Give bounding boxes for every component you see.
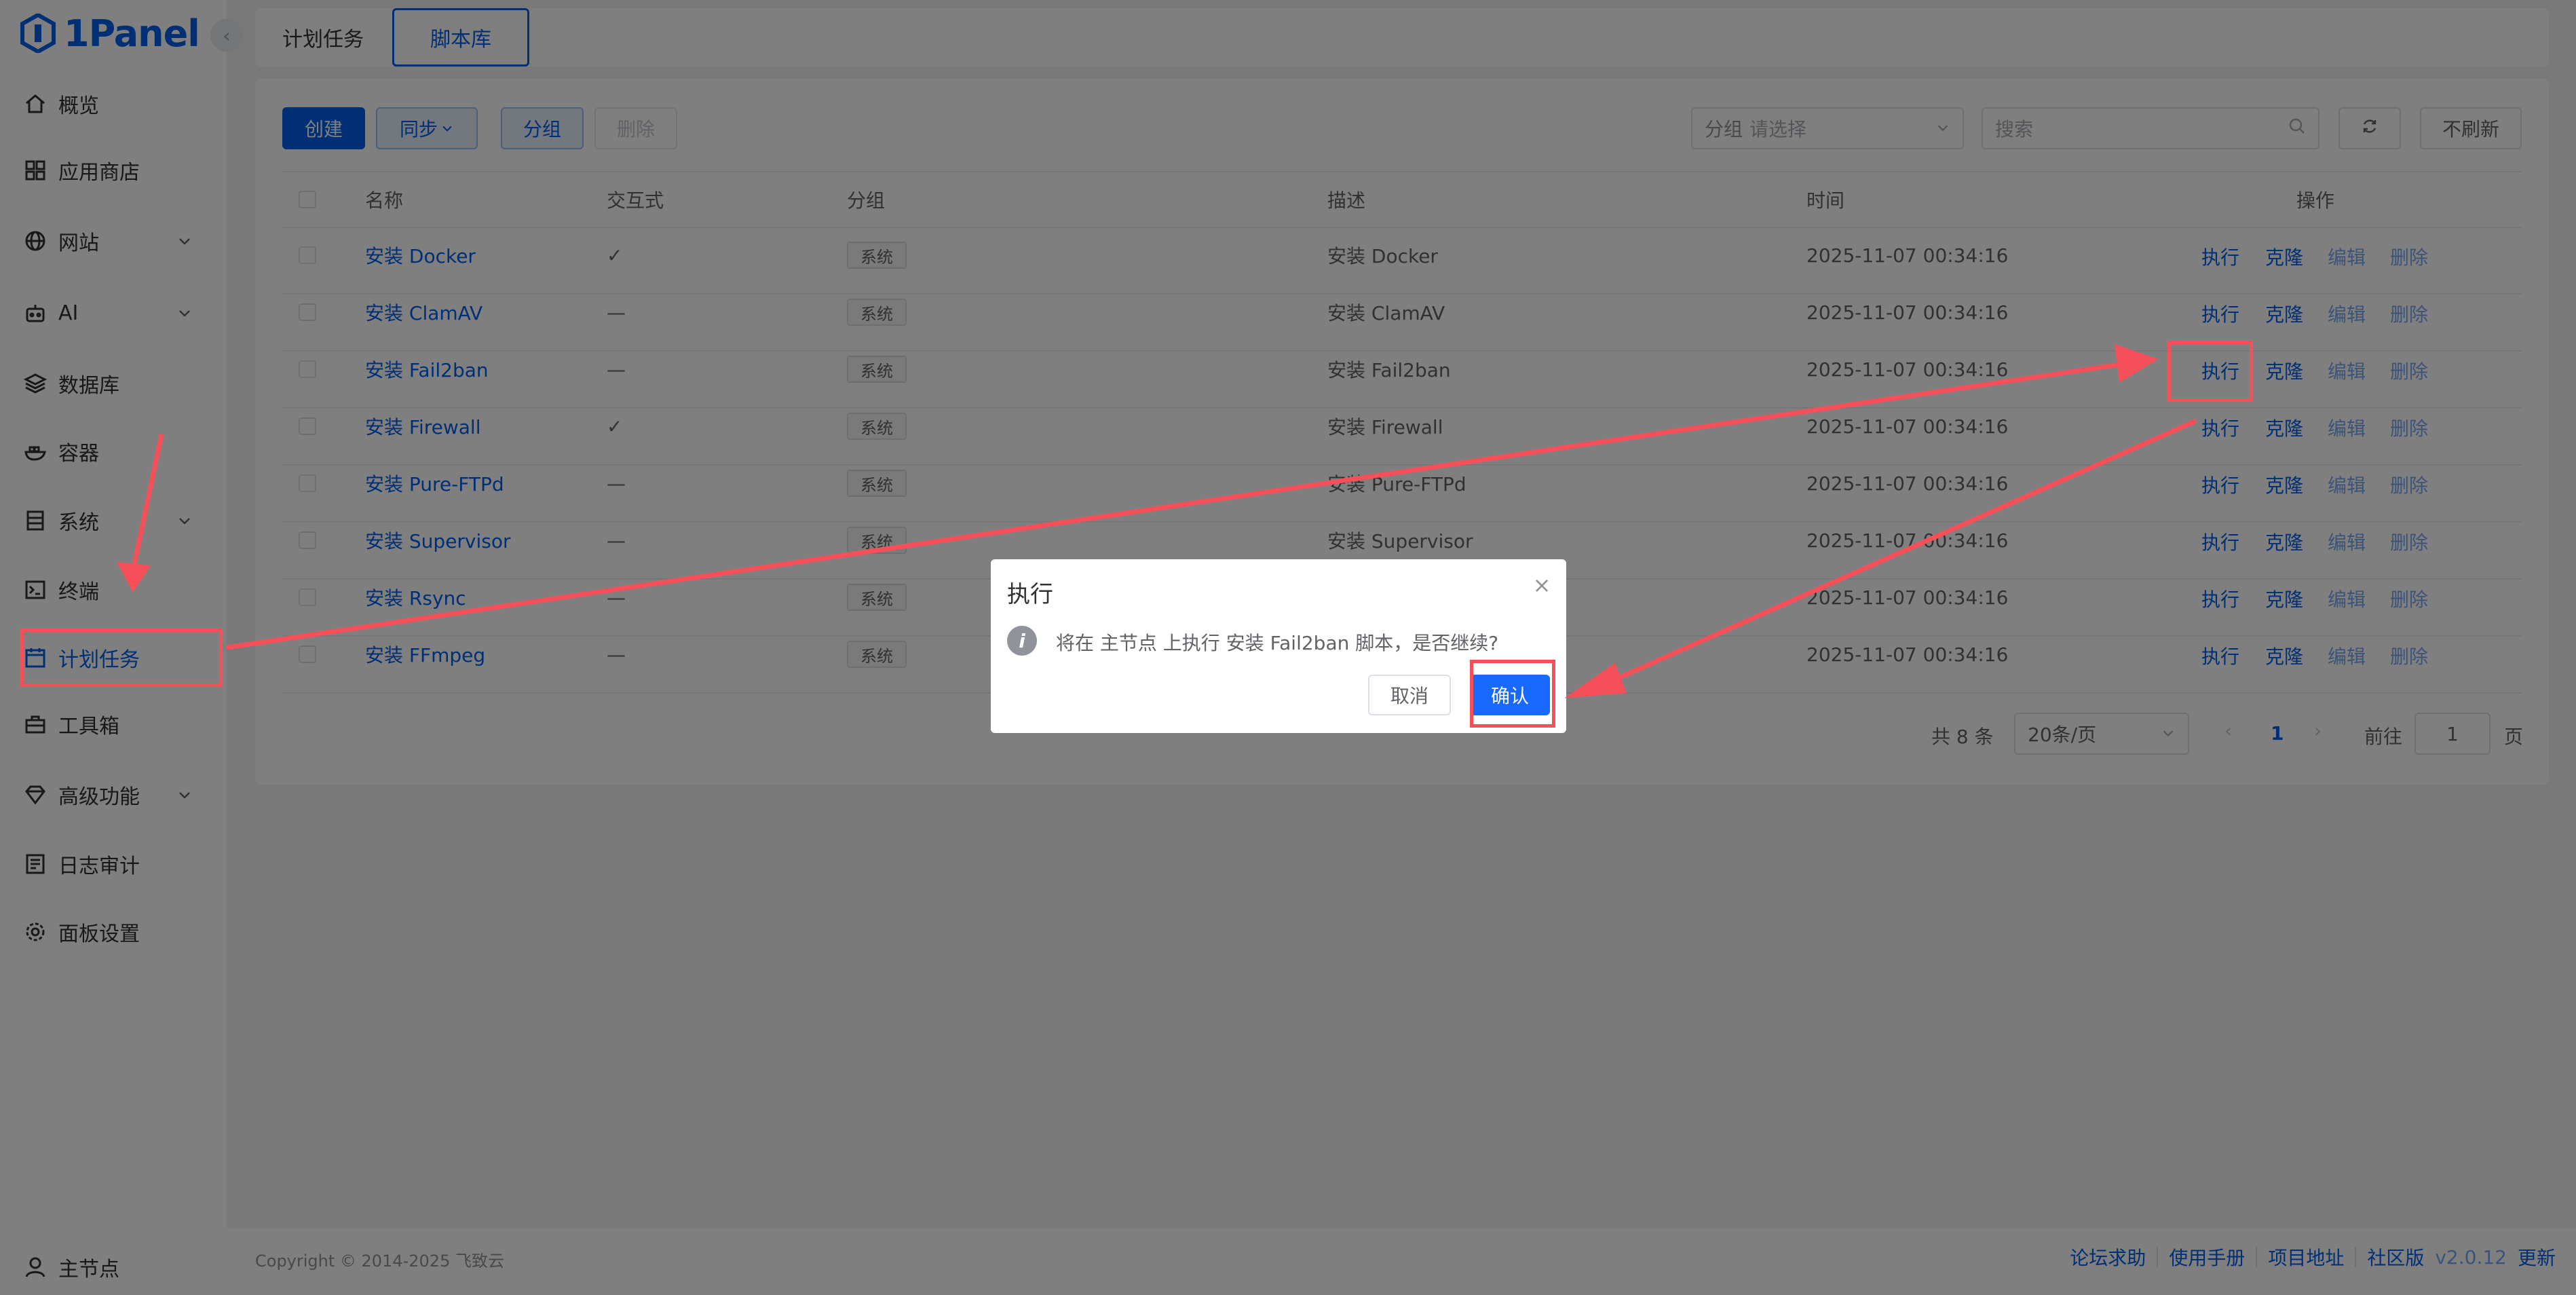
annotation-arrow-sidebar — [130, 434, 164, 571]
annotation-arrow-to-confirm — [1600, 418, 2197, 688]
annotation-arrow-sidebar-head — [116, 561, 151, 593]
annotation-arrow-to-exec-head — [2114, 343, 2159, 383]
annotation-arrow-to-exec — [226, 361, 2125, 650]
annotation-arrows — [116, 343, 2197, 698]
annotation-arrow-to-confirm-head — [1564, 662, 1627, 698]
